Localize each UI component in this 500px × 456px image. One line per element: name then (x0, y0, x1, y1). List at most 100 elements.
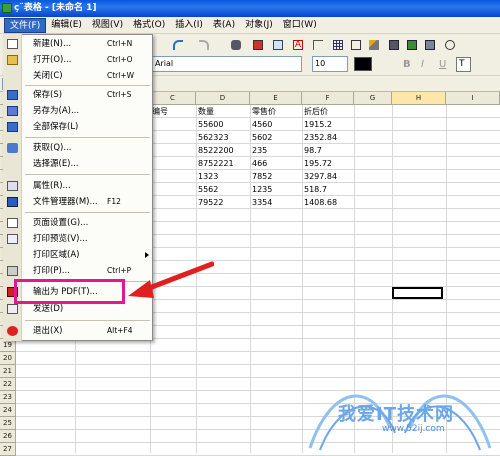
menu-file[interactable]: 文件(F) (4, 17, 47, 33)
menu-item-open[interactable]: 打开(O)... Ctrl+O (3, 52, 153, 68)
save-as-icon (7, 106, 18, 116)
row-header[interactable]: 23 (0, 391, 16, 404)
menu-view[interactable]: 视图(V) (87, 18, 128, 33)
submenu-arrow-icon (145, 252, 149, 258)
cell-e2[interactable]: 4560 (250, 118, 272, 131)
undo-button[interactable] (170, 37, 185, 52)
menu-item-file-manager[interactable]: 文件管理器(M)... F12 (3, 194, 153, 210)
menu-item-save-as[interactable]: 另存为(A)... (3, 103, 153, 119)
cell-f4[interactable]: 98.7 (302, 144, 322, 157)
grid-line (16, 351, 500, 352)
row-header[interactable]: 27 (0, 443, 16, 456)
zoom-button[interactable] (442, 37, 457, 52)
page-setup-icon (7, 218, 18, 228)
app-logo-icon (2, 3, 12, 13)
menu-item-select-source[interactable]: 选择源(E)... (3, 156, 153, 172)
cell-f5[interactable]: 195.72 (302, 157, 332, 170)
column-header-g[interactable]: G (354, 92, 392, 105)
cell-d3[interactable]: 562323 (196, 131, 229, 144)
print-preview-icon (7, 234, 18, 244)
save-all-icon (7, 122, 18, 132)
underline-button[interactable]: U (436, 57, 451, 72)
highlight-box (14, 279, 125, 304)
grid-line (16, 364, 500, 365)
window-title: ç¨表格 - [未命名 1] (14, 3, 97, 13)
column-header-c[interactable]: C (150, 92, 196, 105)
font-color-swatch[interactable] (354, 57, 372, 71)
column-header-f[interactable]: F (302, 92, 354, 105)
cell-d4[interactable]: 8522200 (196, 144, 234, 157)
gallery-button[interactable] (404, 37, 419, 52)
font-size-select[interactable]: 10 (312, 56, 348, 72)
find-icon[interactable] (228, 37, 243, 52)
row-header[interactable]: 24 (0, 404, 16, 417)
datasource-button[interactable] (422, 37, 437, 52)
column-header-e[interactable]: E (250, 92, 302, 105)
italic-button[interactable]: I (418, 57, 433, 72)
cell-d2[interactable]: 55600 (196, 118, 223, 131)
cell-e4[interactable]: 235 (250, 144, 267, 157)
menu-table[interactable]: 表(A) (208, 18, 240, 33)
format-paintbrush-icon[interactable] (366, 37, 381, 52)
menu-item-exit[interactable]: 退出(X) Alt+F4 (3, 323, 153, 339)
cell-e3[interactable]: 5602 (250, 131, 272, 144)
insert-image-button[interactable] (270, 37, 285, 52)
text-mode-button[interactable]: T (456, 57, 471, 72)
cell-f1[interactable]: 折后价 (302, 105, 328, 118)
cell-e8[interactable]: 3354 (250, 196, 272, 209)
menu-item-acquire[interactable]: 获取(Q)... (3, 140, 153, 156)
bold-button[interactable]: B (400, 57, 415, 72)
menu-insert[interactable]: 插入(I) (170, 18, 208, 33)
cell-f3[interactable]: 2352.84 (302, 131, 337, 144)
row-header[interactable]: 21 (0, 365, 16, 378)
cell-d5[interactable]: 8752221 (196, 157, 234, 170)
menu-item-page-setup[interactable]: 页面设置(G)... (3, 215, 153, 231)
cell-e1[interactable]: 零售价 (250, 105, 276, 118)
file-manager-icon (7, 197, 18, 207)
text-frame-button[interactable]: A (290, 37, 305, 52)
cell-f2[interactable]: 1915.2 (302, 118, 332, 131)
menu-item-print-preview[interactable]: 打印预览(V)... (3, 231, 153, 247)
printer-icon (7, 266, 18, 276)
cell-e6[interactable]: 7852 (250, 170, 272, 183)
open-folder-icon (7, 55, 18, 65)
cell-f7[interactable]: 518.7 (302, 183, 327, 196)
menu-item-save[interactable]: 保存(S) Ctrl+S (3, 87, 153, 103)
cell-d7[interactable]: 5562 (196, 183, 218, 196)
menu-format[interactable]: 格式(O) (128, 18, 170, 33)
column-header-i[interactable]: I (446, 92, 500, 105)
menu-item-save-all[interactable]: 全部保存(L) (3, 119, 153, 135)
redo-button[interactable] (196, 37, 211, 52)
column-header-h[interactable]: H (392, 92, 446, 105)
menu-bar: 文件(F) 编辑(E) 视图(V) 格式(O) 插入(I) 表(A) 对象(J)… (0, 17, 500, 34)
selected-cell-h15[interactable] (392, 287, 443, 299)
navigator-button[interactable] (386, 37, 401, 52)
grid-button[interactable] (330, 37, 345, 52)
cell-d1[interactable]: 数量 (196, 105, 214, 118)
cell-d8[interactable]: 79522 (196, 196, 223, 209)
new-document-icon (7, 39, 18, 49)
row-header[interactable]: 25 (0, 417, 16, 430)
watermark-text: 我爱IT技术网 (338, 404, 454, 425)
crosshair-icon[interactable] (310, 37, 325, 52)
watermark-url: www.52ij.com (382, 424, 445, 434)
cell-e7[interactable]: 1235 (250, 183, 272, 196)
menu-object[interactable]: 对象(J) (240, 18, 278, 33)
column-header-d[interactable]: D (196, 92, 250, 105)
exit-icon (7, 326, 18, 336)
cell-f8[interactable]: 1408.68 (302, 196, 337, 209)
row-header[interactable]: 26 (0, 430, 16, 443)
menu-item-close[interactable]: 关闭(C) Ctrl+W (3, 68, 153, 84)
menu-item-new[interactable]: 新建(N)... Ctrl+N (3, 36, 153, 52)
font-name-select[interactable]: Arial (152, 56, 302, 72)
row-header[interactable]: 20 (0, 352, 16, 365)
menu-window[interactable]: 窗口(W) (278, 18, 322, 33)
cell-e5[interactable]: 466 (250, 157, 267, 170)
cell-f6[interactable]: 3297.84 (302, 170, 337, 183)
menu-item-properties[interactable]: 属性(R)... (3, 178, 153, 194)
cell-d6[interactable]: 1323 (196, 170, 218, 183)
borders-button[interactable] (348, 37, 363, 52)
menu-edit[interactable]: 编辑(E) (46, 18, 87, 33)
row-header[interactable]: 22 (0, 378, 16, 391)
chart-button[interactable] (250, 37, 265, 52)
